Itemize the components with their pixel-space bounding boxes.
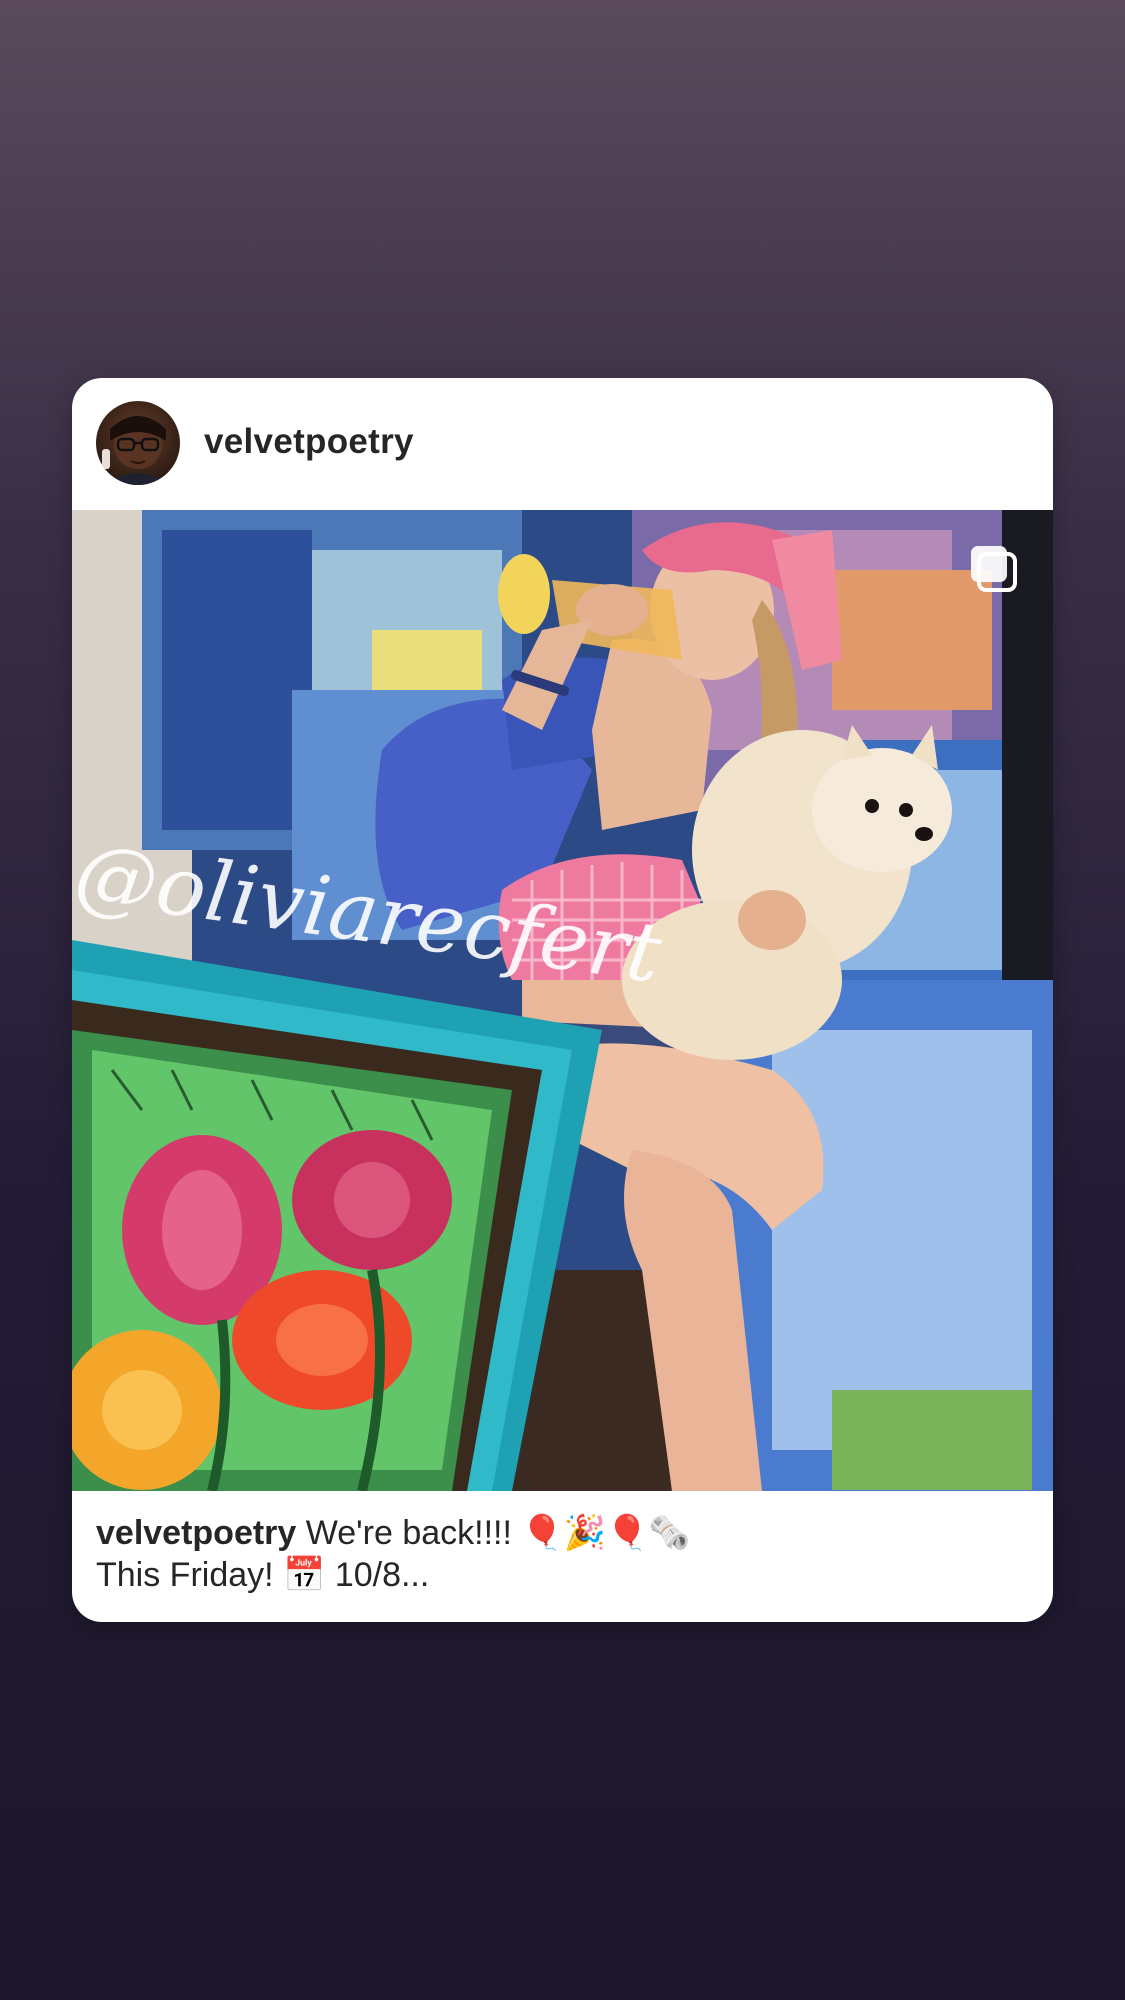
post-photo[interactable]: @oliviarecfert — [72, 510, 1053, 1491]
post-caption[interactable]: velvetpoetry We're back!!!! 🎈🎉🎈🗞️ This F… — [96, 1512, 1026, 1596]
profile-avatar[interactable] — [96, 401, 180, 485]
caption-username[interactable]: velvetpoetry — [96, 1514, 296, 1552]
caption-text-line2: This Friday! 📅 10/8... — [96, 1556, 430, 1594]
post-username[interactable]: velvetpoetry — [204, 422, 414, 462]
watermark-text: @oliviarecfert — [72, 826, 668, 990]
story-post-card[interactable]: velvetpoetry @oliviarecfert velvetpoetry… — [72, 378, 1053, 1622]
svg-text:@oliviarecfert: @oliviarecfert — [72, 826, 668, 990]
carousel-icon — [969, 544, 1019, 594]
caption-text-line1: We're back!!!! 🎈🎉🎈🗞️ — [305, 1514, 691, 1552]
post-header[interactable]: velvetpoetry — [72, 378, 1053, 510]
